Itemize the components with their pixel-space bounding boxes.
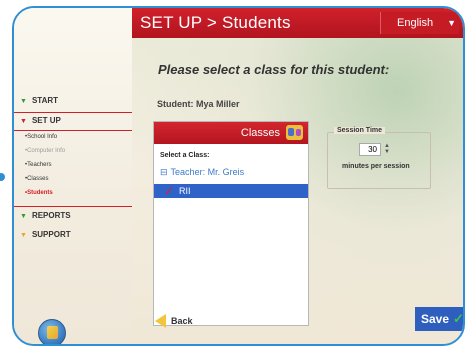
triangle-icon: ▼	[20, 118, 27, 125]
student-name: Student: Mya Miller	[157, 99, 240, 109]
select-class-label: Select a Class:	[160, 152, 210, 159]
main-panel: SET UP > Students English ▼ Please selec…	[132, 8, 463, 344]
setup-divider	[14, 130, 132, 131]
triangle-icon: ▼	[20, 98, 27, 105]
nav-computer-info: •Computer Info	[25, 148, 66, 154]
nav-teachers[interactable]: •Teachers	[25, 162, 51, 168]
check-icon: ✓	[453, 311, 464, 326]
setup-divider	[14, 112, 132, 113]
nav-setup[interactable]: ▼ SET UP	[20, 116, 61, 125]
setup-divider	[14, 206, 132, 207]
frame-hook	[0, 173, 5, 181]
back-label: Back	[171, 316, 193, 326]
save-button[interactable]: Save ✓	[415, 307, 463, 331]
nav-students[interactable]: •Students	[25, 190, 53, 196]
home-icon[interactable]	[38, 319, 66, 344]
page-title: SET UP > Students	[140, 13, 291, 32]
triangle-icon: ▼	[20, 213, 27, 220]
app-window: ▼ START ▼ SET UP •School Info •Computer In…	[12, 6, 465, 346]
chevron-down-icon: ▼	[447, 18, 456, 28]
class-list-item[interactable]: ✓ RII	[154, 184, 308, 198]
session-time-group: Session Time 30 ▲ ▼ minutes per session	[327, 127, 431, 189]
nav-reports[interactable]: ▼ REPORTS	[20, 211, 71, 220]
teacher-node[interactable]: ⊟ Teacher: Mr. Greis	[160, 167, 308, 178]
back-button[interactable]: Back	[155, 314, 193, 328]
minutes-label: minutes per session	[342, 163, 410, 170]
class-name: RII	[179, 186, 191, 196]
home-glyph	[47, 326, 58, 339]
classes-header: Classes	[154, 122, 308, 144]
classes-icon	[286, 125, 303, 140]
language-label: English	[397, 17, 434, 29]
session-spinner[interactable]: ▲ ▼	[383, 143, 391, 156]
save-label: Save	[421, 312, 450, 326]
session-legend: Session Time	[334, 127, 386, 134]
header-bar: SET UP > Students English ▼	[132, 8, 463, 38]
sidebar: ▼ START ▼ SET UP •School Info •Computer In…	[14, 8, 133, 344]
nav-school-info[interactable]: •School Info	[25, 134, 57, 140]
nav-support[interactable]: ▼ SUPPORT	[20, 230, 71, 239]
check-icon: ✓	[164, 184, 175, 198]
nav-classes[interactable]: •Classes	[25, 176, 48, 182]
session-minutes-input[interactable]: 30	[359, 143, 381, 156]
collapse-icon[interactable]: ⊟	[160, 167, 168, 177]
classes-panel: Classes Select a Class: ⊟ Teacher: Mr. Gr…	[153, 121, 309, 326]
classes-title: Classes	[240, 127, 280, 139]
prompt-text: Please select a class for this student:	[158, 62, 390, 77]
language-select[interactable]: English ▼	[380, 12, 459, 34]
triangle-icon: ▼	[20, 232, 27, 239]
nav-start[interactable]: ▼ START	[20, 96, 58, 105]
back-arrow-icon	[155, 314, 166, 328]
teacher-name: Teacher: Mr. Greis	[170, 167, 245, 177]
